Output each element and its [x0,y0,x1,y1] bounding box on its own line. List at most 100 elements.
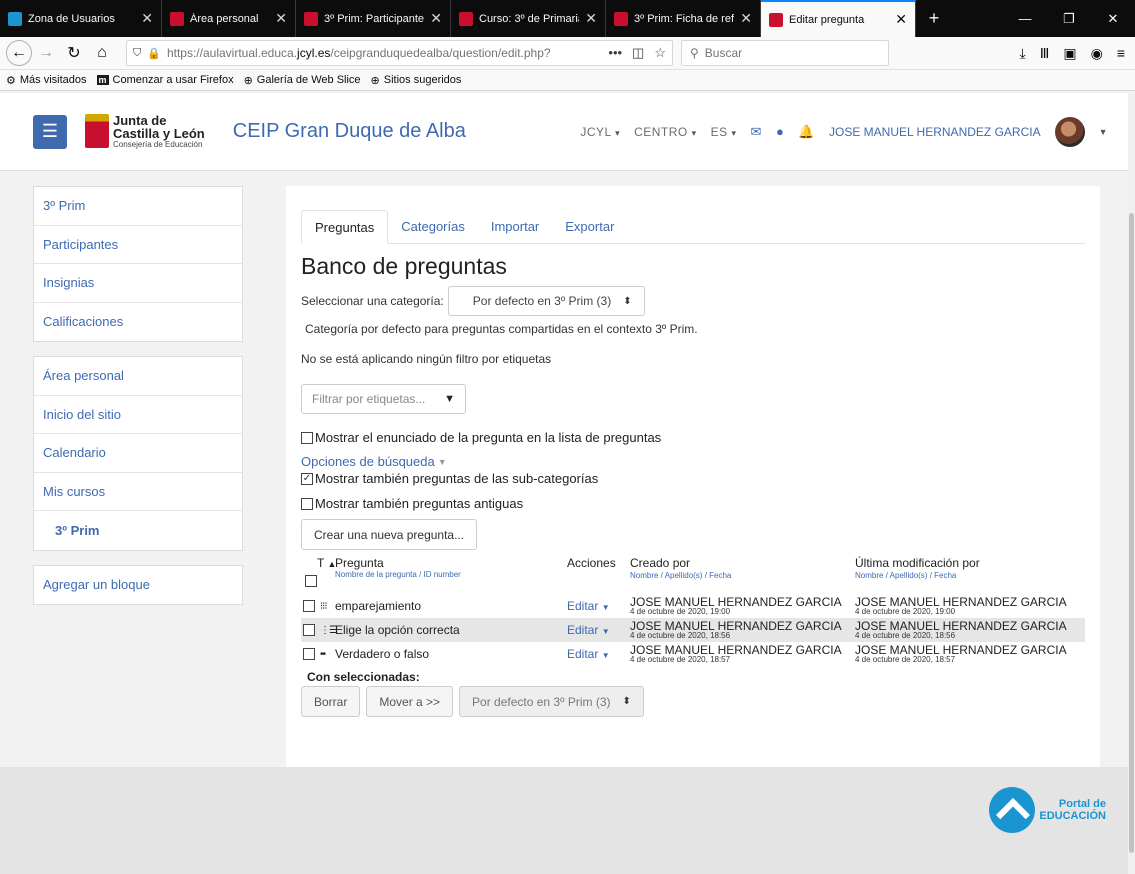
sidebar-item-site-home[interactable]: Inicio del sitio [34,396,242,434]
modified-col-sub[interactable]: Nombre / Apellido(s) / Fecha [855,571,1080,580]
close-icon[interactable]: ✕ [275,10,287,27]
menu-jcyl[interactable]: JCYL ▾ [580,125,620,139]
new-tab-button[interactable]: + [916,0,952,37]
url-bar[interactable]: ⛉ 🔒 https://aulavirtual.educa. jcyl.es/ce… [126,40,673,66]
sidebar-item-course-sub[interactable]: 3º Prim [34,511,242,550]
category-select[interactable]: Por defecto en 3º Prim (3) ⬍ [447,286,645,316]
restore-icon[interactable]: ❐ [1047,0,1091,37]
close-icon[interactable]: ✕ [430,10,442,27]
delete-button[interactable]: Borrar [301,686,361,717]
envelope-icon[interactable]: ✉ [751,124,762,140]
tab-questions[interactable]: Preguntas [301,210,389,244]
url-suffix: /ceipgranduquedealba/question/edit.php? [330,46,551,60]
minimize-icon[interactable]: — [1003,0,1047,37]
sidebar-item-badges[interactable]: Insignias [34,264,242,303]
chat-bubble-icon[interactable]: ● [776,124,784,139]
move-to-button[interactable]: Mover a >> [366,686,454,717]
create-question-button[interactable]: Crear una nueva pregunta... [301,519,478,550]
menu-icon[interactable]: ≡ [1117,45,1125,62]
old-questions-checkbox[interactable] [301,497,313,510]
menu-centro[interactable]: CENTRO ▾ [634,125,697,139]
back-icon[interactable]: ← [6,40,32,66]
shield-icon[interactable]: ⛉ [133,47,141,60]
pocket-icon[interactable]: ◫ [632,45,644,61]
question-col-header[interactable]: Pregunta [335,556,555,570]
row-checkbox[interactable] [303,600,315,612]
search-options-toggle[interactable]: Opciones de búsqueda ▼ [301,454,1085,469]
edit-menu[interactable]: Editar ▼ [567,623,610,637]
sidebar-item-calendar[interactable]: Calendario [34,434,242,473]
row-checkbox[interactable] [303,648,315,660]
hamburger-menu-button[interactable]: ☰ [33,114,67,149]
show-text-option[interactable]: Mostrar el enunciado de la pregunta en l… [301,430,1085,445]
add-block-link[interactable]: Agregar un bloque [34,566,242,605]
show-text-checkbox[interactable] [301,431,313,444]
portal-educacion-logo[interactable]: Portal de EDUCACIÓN [989,787,1106,833]
favicon-icon [459,11,473,26]
category-selector-row: Seleccionar una categoría: Por defecto e… [301,286,1085,316]
close-icon[interactable]: ✕ [141,10,153,27]
sidebar-item-participants[interactable]: Participantes [34,226,242,264]
tag-filter-select[interactable]: Filtrar por etiquetas... ▼ [301,384,466,414]
subcategories-option[interactable]: ✓ Mostrar también preguntas de las sub-ca… [301,471,1085,486]
chevron-down-icon[interactable]: ▼ [1099,127,1108,137]
scrollbar-thumb[interactable] [1129,213,1134,853]
close-icon[interactable]: ✕ [740,10,752,27]
download-icon[interactable]: ⤓ [1020,45,1026,62]
library-icon[interactable]: Ⅲ [1040,45,1050,62]
page-actions-icon[interactable]: ••• [608,45,622,61]
bell-icon[interactable]: 🔔 [798,124,815,140]
row-checkbox[interactable] [303,624,315,636]
page-scrollbar[interactable] [1128,93,1135,874]
site-name[interactable]: CEIP Gran Duque de Alba [233,120,466,143]
select-all-checkbox[interactable] [305,575,317,587]
sidebar-item-grades[interactable]: Calificaciones [34,303,242,342]
tab-categories[interactable]: Categorías [388,210,478,243]
tab-import[interactable]: Importar [478,210,552,243]
coat-of-arms-icon [85,114,109,149]
forward-icon[interactable]: → [32,39,60,67]
sidebar-item-course[interactable]: 3º Prim [34,187,242,226]
lock-icon[interactable]: 🔒 [147,47,161,60]
avatar[interactable] [1054,116,1085,147]
logo-line2: Castilla y León [113,126,205,142]
old-questions-option[interactable]: Mostrar también preguntas antiguas [301,496,1085,511]
search-input[interactable]: ⚲ Buscar [681,40,889,66]
sort-type-header[interactable]: T ▲ [305,556,336,570]
bookmark-suggested[interactable]: ⊕ Sitios sugeridos [371,74,462,87]
browser-tab-3[interactable]: 3º Prim: Participantes ✕ [296,0,451,37]
menu-language[interactable]: ES ▾ [711,125,737,139]
reload-icon[interactable]: ↻ [60,39,88,67]
logo-line1: Junta de [113,112,167,128]
bookmark-most-visited[interactable]: ⚙ Más visitados [6,74,87,87]
browser-tab-6[interactable]: Editar pregunta ✕ [761,0,916,37]
edit-menu[interactable]: Editar ▼ [567,647,610,661]
account-icon[interactable]: ◉ [1091,45,1103,62]
actions-col-header: Acciones [567,556,616,570]
bookmark-star-icon[interactable]: ☆ [654,45,666,61]
close-icon[interactable]: ✕ [895,11,907,28]
subcategories-checkbox[interactable]: ✓ [301,472,313,485]
browser-tab-1[interactable]: Zona de Usuarios ✕ [0,0,162,37]
sidebar-item-dashboard[interactable]: Área personal [34,357,242,396]
tab-export[interactable]: Exportar [552,210,627,243]
no-filter-text: No se está aplicando ningún filtro por e… [301,352,552,366]
sidebar-item-my-courses[interactable]: Mis cursos [34,473,242,511]
browser-tab-2[interactable]: Área personal ✕ [162,0,296,37]
close-window-icon[interactable]: ✕ [1091,0,1135,37]
jcyl-logo[interactable]: Junta de Castilla y León Consejería de E… [85,114,205,150]
bookmark-web-slice[interactable]: ⊕ Galería de Web Slice [244,74,361,87]
close-icon[interactable]: ✕ [585,10,597,27]
sidebar-toggle-icon[interactable]: ▣ [1063,45,1076,62]
browser-tab-5[interactable]: 3º Prim: Ficha de refuer ✕ [606,0,761,37]
favicon-icon [304,11,318,26]
move-target-select[interactable]: Por defecto en 3º Prim (3) ⬍ [459,686,644,717]
edit-menu[interactable]: Editar ▼ [567,599,610,613]
user-name[interactable]: JOSE MANUEL HERNANDEZ GARCIA [829,125,1041,139]
bookmark-firefox[interactable]: m Comenzar a usar Firefox [96,74,234,86]
created-col-sub[interactable]: Nombre / Apellido(s) / Fecha [630,571,855,580]
home-icon[interactable]: ⌂ [88,39,116,67]
question-col-sub[interactable]: Nombre de la pregunta / ID number [335,570,555,579]
course-nav-block: 3º Prim Participantes Insignias Califica… [33,186,243,342]
browser-tab-4[interactable]: Curso: 3º de Primaria ✕ [451,0,606,37]
